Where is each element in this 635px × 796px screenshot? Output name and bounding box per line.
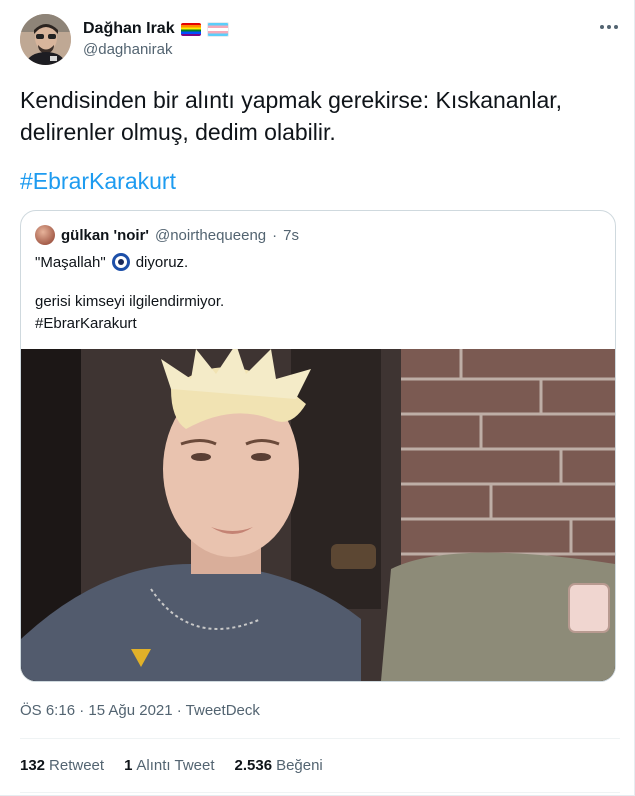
retweet-count-label: Retweet: [49, 757, 105, 774]
more-options-icon[interactable]: [598, 20, 620, 34]
tweet-hashtag-link[interactable]: #EbrarKarakurt: [20, 168, 176, 195]
tweet-timestamp[interactable]: ÖS 6:16 · 15 Ağu 2021 · TweetDeck: [20, 702, 260, 719]
author-display-name: Dağhan Irak: [83, 20, 175, 37]
author-handle[interactable]: @daghanirak: [83, 41, 229, 58]
nazar-evil-eye-icon: [111, 253, 130, 271]
author-block: Dağhan Irak @daghanirak: [83, 20, 229, 58]
quoted-separator: ·: [272, 226, 278, 244]
quoted-handle: @noirthequeeng: [154, 226, 267, 244]
quoted-tweet-header: gülkan 'noir' @noirthequeeng · 7s: [35, 225, 299, 245]
quoted-hashtag: #EbrarKarakurt: [35, 315, 137, 332]
quote-tweet-count-value: 1: [124, 757, 133, 774]
quoted-text-masallah: "Maşallah": [35, 254, 106, 271]
quoted-text-line-2: gerisi kimseyi ilgilendirmiyor.: [35, 293, 225, 310]
like-count[interactable]: 2.536 Beğeni: [235, 757, 323, 774]
like-count-label: Beğeni: [276, 757, 323, 774]
quoted-tweet[interactable]: gülkan 'noir' @noirthequeeng · 7s "Maşal…: [20, 210, 616, 682]
quoted-display-name: gülkan 'noir': [61, 226, 149, 244]
rainbow-flag-icon: [180, 22, 201, 36]
quoted-text-line-1: "Maşallah" diyoruz.: [35, 253, 188, 271]
author-display-name-row[interactable]: Dağhan Irak: [83, 20, 229, 38]
divider: [20, 738, 620, 739]
retweet-count-value: 132: [20, 757, 46, 774]
author-avatar[interactable]: [20, 14, 71, 65]
retweet-count[interactable]: 132 Retweet: [20, 757, 104, 774]
tweet-text: Kendisinden bir alıntı yapmak gerekirse:…: [20, 87, 563, 145]
quote-tweet-count-label: Alıntı Tweet: [136, 757, 215, 774]
tweet-card: Dağhan Irak @daghanirak Kendisinden bir …: [0, 0, 635, 796]
quoted-time: 7s: [283, 226, 299, 244]
tweet-stats: 132 Retweet 1 Alıntı Tweet 2.536 Beğeni: [20, 757, 323, 774]
divider-bottom: [20, 792, 620, 793]
quoted-photo[interactable]: [21, 349, 615, 681]
transgender-flag-icon: [206, 21, 229, 37]
like-count-value: 2.536: [234, 757, 273, 774]
quote-tweet-count[interactable]: 1 Alıntı Tweet: [124, 757, 214, 774]
tweet-header: Dağhan Irak @daghanirak: [20, 14, 620, 68]
quoted-text-diyoruz: diyoruz.: [135, 254, 189, 271]
quoted-author-avatar: [35, 225, 55, 245]
